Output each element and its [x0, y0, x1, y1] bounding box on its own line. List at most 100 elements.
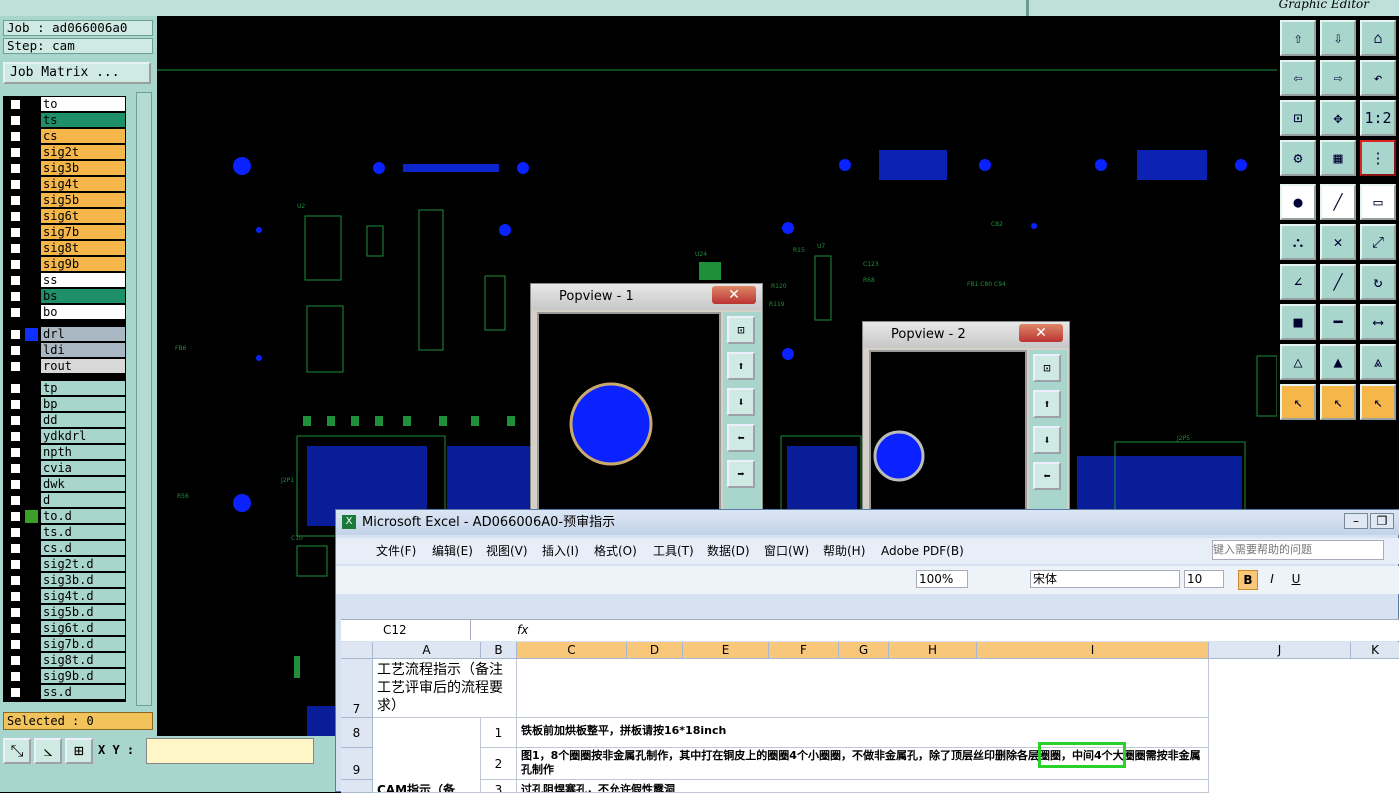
layer-row[interactable]: sig5b.d	[3, 604, 126, 620]
layer-checkbox[interactable]	[10, 179, 21, 190]
layer-checkbox[interactable]	[10, 495, 21, 506]
grid-toggle-icon[interactable]: ▦	[1320, 140, 1356, 176]
add-line-icon[interactable]: ╱	[1320, 184, 1356, 220]
layer-scrollbar[interactable]	[136, 92, 152, 706]
layer-checkbox[interactable]	[10, 243, 21, 254]
layer-checkbox[interactable]	[10, 543, 21, 554]
column-header[interactable]: H	[889, 642, 977, 659]
layer-row[interactable]: cs	[3, 128, 126, 144]
row-header[interactable]	[341, 780, 373, 793]
zoom-1to2-icon[interactable]: 1:2	[1360, 100, 1396, 136]
cell-a7[interactable]: 工艺流程指示（备注工艺评审后的流程要求）	[373, 659, 517, 718]
column-header[interactable]: G	[839, 642, 889, 659]
layers-icon[interactable]: ⋮	[1360, 140, 1396, 176]
menu-adobe-pdf[interactable]: Adobe PDF(B)	[881, 538, 964, 564]
layer-row[interactable]: to.d	[3, 508, 126, 524]
layer-row[interactable]: tp	[3, 380, 126, 396]
layer-row[interactable]: sig3b	[3, 160, 126, 176]
layer-checkbox[interactable]	[10, 227, 21, 238]
layer-checkbox[interactable]	[10, 99, 21, 110]
popview-2-close-button[interactable]: ✕	[1019, 324, 1063, 342]
layer-checkbox[interactable]	[10, 163, 21, 174]
layer-checkbox[interactable]	[10, 527, 21, 538]
route-icon[interactable]: ⤢	[1360, 224, 1396, 260]
layer-row[interactable]: sig2t	[3, 144, 126, 160]
layer-row[interactable]: sig8t	[3, 240, 126, 256]
layer-checkbox[interactable]	[10, 511, 21, 522]
menu-tools[interactable]: 工具(T)	[653, 538, 694, 564]
snap-icon[interactable]: ⤡	[3, 738, 31, 764]
layer-checkbox[interactable]	[10, 463, 21, 474]
layer-row[interactable]: ss	[3, 272, 126, 288]
popview-1-view[interactable]	[537, 312, 721, 512]
layer-checkbox[interactable]	[10, 479, 21, 490]
home-icon[interactable]: ⌂	[1360, 20, 1396, 56]
xy-input[interactable]	[146, 738, 314, 764]
arc-icon[interactable]: ↻	[1360, 264, 1396, 300]
popview-2-view[interactable]	[869, 350, 1027, 514]
layer-checkbox[interactable]	[10, 639, 21, 650]
layer-checkbox[interactable]	[10, 291, 21, 302]
layer-row[interactable]: ydkdrl	[3, 428, 126, 444]
column-header[interactable]: C	[517, 642, 627, 659]
layer-checkbox[interactable]	[10, 399, 21, 410]
cell-b8[interactable]: 1	[481, 718, 517, 748]
row-header[interactable]: 8	[341, 718, 373, 748]
font-size-select[interactable]: 10	[1184, 570, 1224, 588]
name-box[interactable]: C12	[341, 620, 471, 640]
layer-checkbox[interactable]	[10, 115, 21, 126]
column-header[interactable]: K	[1351, 642, 1399, 659]
job-matrix-button[interactable]: Job Matrix ...	[3, 62, 151, 84]
worksheet-grid[interactable]: A B C D E F G H I J K 7 工艺流程指示（备注工艺评审后的流…	[341, 642, 1399, 793]
popview-up-icon[interactable]: ⬆	[727, 352, 755, 380]
layer-row[interactable]: drl	[3, 326, 126, 342]
row-header[interactable]: 7	[341, 659, 373, 718]
layer-checkbox[interactable]	[10, 447, 21, 458]
column-header[interactable]: J	[1209, 642, 1351, 659]
layer-row[interactable]: ts.d	[3, 524, 126, 540]
page-up-icon[interactable]: ⇧	[1280, 20, 1316, 56]
layer-checkbox[interactable]	[10, 607, 21, 618]
layer-row[interactable]: sig6t	[3, 208, 126, 224]
page-left-icon[interactable]: ⇦	[1280, 60, 1316, 96]
font-select[interactable]: 宋体	[1030, 570, 1180, 588]
popview-down-icon[interactable]: ⬇	[727, 388, 755, 416]
layer-row[interactable]: bo	[3, 304, 126, 320]
layer-row[interactable]: dd	[3, 412, 126, 428]
row-header[interactable]: 9	[341, 748, 373, 780]
menu-insert[interactable]: 插入(I)	[542, 538, 579, 564]
layer-row[interactable]: sig5b	[3, 192, 126, 208]
layer-checkbox[interactable]	[10, 415, 21, 426]
layer-checkbox[interactable]	[10, 211, 21, 222]
popview-right-icon[interactable]: ➡	[727, 460, 755, 488]
cell-c7[interactable]	[517, 659, 1209, 718]
connect-icon[interactable]: ⛬	[1280, 224, 1316, 260]
menu-file[interactable]: 文件(F)	[376, 538, 416, 564]
layer-checkbox[interactable]	[10, 655, 21, 666]
layer-row[interactable]: rout	[3, 358, 126, 374]
triangle-text-icon[interactable]: ⩓	[1360, 344, 1396, 380]
zoom-fit-icon[interactable]: ⊡	[1280, 100, 1316, 136]
zoom-back-icon[interactable]: ↶	[1360, 60, 1396, 96]
layer-row[interactable]: sig3b.d	[3, 572, 126, 588]
layer-checkbox[interactable]	[10, 623, 21, 634]
layer-row[interactable]: bs	[3, 288, 126, 304]
layer-row[interactable]: ss.d	[3, 684, 126, 700]
layer-row[interactable]: npth	[3, 444, 126, 460]
layer-checkbox[interactable]	[10, 383, 21, 394]
layer-row[interactable]: sig9b	[3, 256, 126, 272]
ruler-icon[interactable]: ▭	[1360, 184, 1396, 220]
layer-checkbox[interactable]	[10, 329, 21, 340]
cell-b9[interactable]: 2	[481, 748, 517, 780]
layer-row[interactable]: cvia	[3, 460, 126, 476]
menu-view[interactable]: 视图(V)	[486, 538, 528, 564]
cell-a10[interactable]: CAM指示（备	[373, 780, 481, 793]
popview-left-icon[interactable]: ⬅	[727, 424, 755, 452]
menu-data[interactable]: 数据(D)	[707, 538, 750, 564]
column-header[interactable]: F	[769, 642, 839, 659]
zoom-select[interactable]: 100%	[916, 570, 968, 588]
layer-checkbox[interactable]	[10, 131, 21, 142]
popview-zoom-icon[interactable]: ⊡	[727, 316, 755, 344]
layer-row[interactable]: sig7b.d	[3, 636, 126, 652]
column-header[interactable]: D	[627, 642, 683, 659]
